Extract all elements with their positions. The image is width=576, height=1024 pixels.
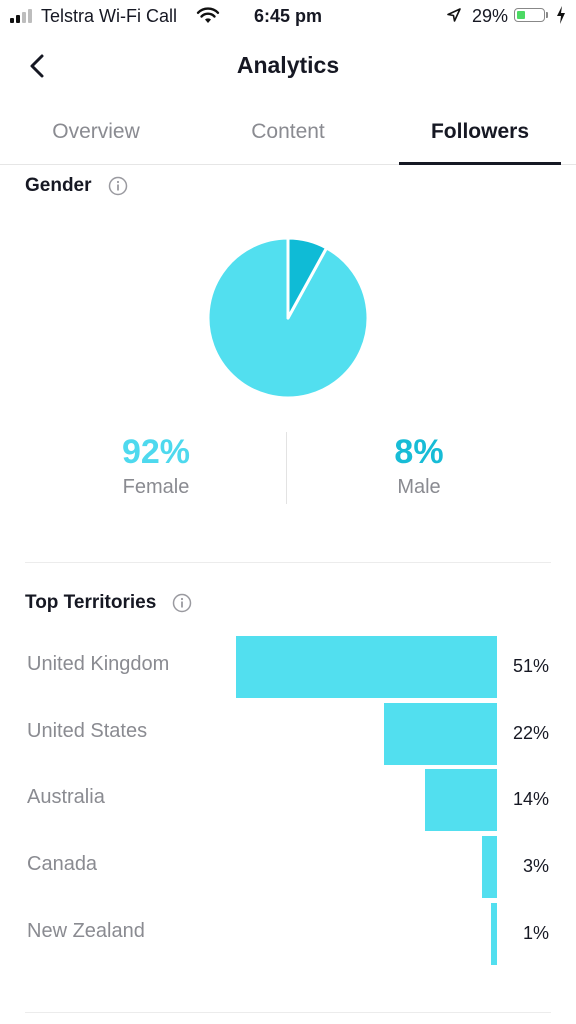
male-stat: 8% Male: [309, 433, 529, 499]
section-divider: [25, 1012, 551, 1013]
tab-bar: Overview Content Followers: [0, 102, 576, 165]
territory-label: Australia: [27, 786, 105, 809]
gender-pie-chart: [206, 236, 370, 400]
female-label: Female: [122, 476, 190, 498]
territory-label: United States: [27, 719, 148, 742]
territories-section-header: Top Territories: [25, 592, 192, 614]
territory-label: New Zealand: [27, 919, 145, 942]
territory-percentage: 51%: [512, 656, 549, 676]
female-percentage: 92%: [121, 433, 191, 471]
status-bar: Telstra Wi-Fi Call 6:45 pm 29%: [0, 0, 576, 34]
gender-section-header: Gender: [25, 175, 128, 197]
info-icon[interactable]: [108, 176, 128, 196]
territory-bar: [425, 769, 497, 832]
territory-percentage: 22%: [512, 722, 549, 743]
header: Analytics: [0, 38, 576, 94]
section-divider: [25, 562, 551, 563]
info-icon[interactable]: [172, 593, 192, 613]
gender-title: Gender: [25, 175, 92, 196]
tab-content[interactable]: Content: [192, 102, 384, 162]
male-label: Male: [397, 476, 441, 498]
battery-cap: [546, 12, 548, 18]
charging-bolt-icon: [557, 6, 565, 24]
territory-label: United Kingdom: [27, 653, 170, 675]
territory-label: Canada: [27, 853, 98, 876]
female-stat: 92% Female: [46, 433, 266, 499]
territory-percentage: 3%: [522, 856, 549, 877]
location-arrow-icon: [447, 8, 461, 22]
tab-followers[interactable]: Followers: [384, 102, 576, 162]
tab-overview[interactable]: Overview: [0, 102, 192, 162]
male-percentage: 8%: [394, 433, 444, 471]
territory-bar: [384, 702, 497, 765]
territory-bar: [481, 836, 497, 899]
territory-percentage: 14%: [512, 789, 549, 810]
page-title: Analytics: [236, 52, 340, 78]
territory-bar: [491, 902, 497, 965]
active-tab-indicator: [399, 162, 561, 165]
territory-percentage: 1%: [522, 922, 549, 943]
battery-percentage: 29%: [472, 6, 509, 26]
territory-bar: [236, 636, 497, 698]
territories-title: Top Territories: [25, 592, 157, 613]
stat-divider: [286, 432, 287, 504]
battery-icon: [514, 8, 545, 22]
